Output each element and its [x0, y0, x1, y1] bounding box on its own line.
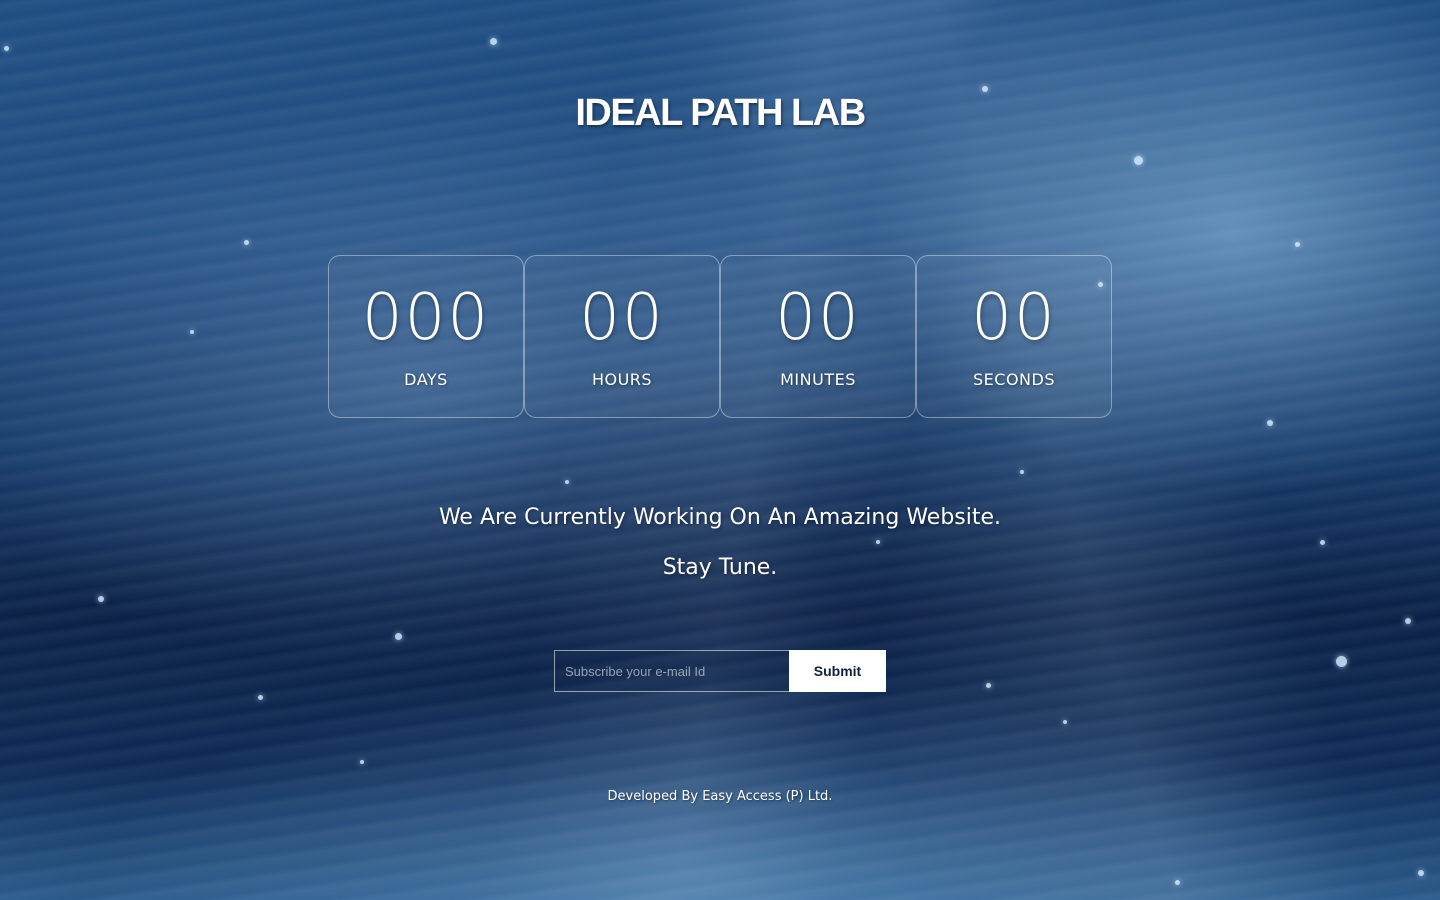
countdown-timer: 000 DAYS 00 HOURS 00 MINUTES 00 SECONDS [328, 255, 1114, 420]
site-title: IDEAL PATH LAB [575, 92, 866, 134]
countdown-minutes-label: MINUTES [780, 370, 856, 389]
countdown-days-value: 000 [361, 281, 491, 355]
submit-button[interactable]: Submit [789, 650, 886, 692]
background-light-rays [0, 0, 1440, 900]
countdown-days-label: DAYS [404, 370, 448, 389]
countdown-days: 000 DAYS [328, 255, 524, 418]
countdown-hours: 00 HOURS [524, 255, 720, 418]
countdown-hours-value: 00 [579, 281, 665, 355]
email-subscribe-input[interactable] [554, 650, 789, 692]
subscribe-form: Submit [554, 650, 886, 692]
stay-tune-message: Stay Tune. [662, 555, 778, 580]
countdown-seconds-value: 00 [971, 281, 1057, 355]
status-message: We Are Currently Working On An Amazing W… [438, 505, 1002, 530]
background-streaks [0, 0, 1440, 900]
developer-credit: Developed By Easy Access (P) Ltd. [607, 789, 833, 804]
countdown-minutes-value: 00 [775, 281, 861, 355]
countdown-seconds-label: SECONDS [973, 370, 1055, 389]
countdown-minutes: 00 MINUTES [720, 255, 916, 418]
countdown-seconds: 00 SECONDS [916, 255, 1112, 418]
countdown-hours-label: HOURS [591, 370, 653, 389]
background-particles [0, 0, 1440, 900]
